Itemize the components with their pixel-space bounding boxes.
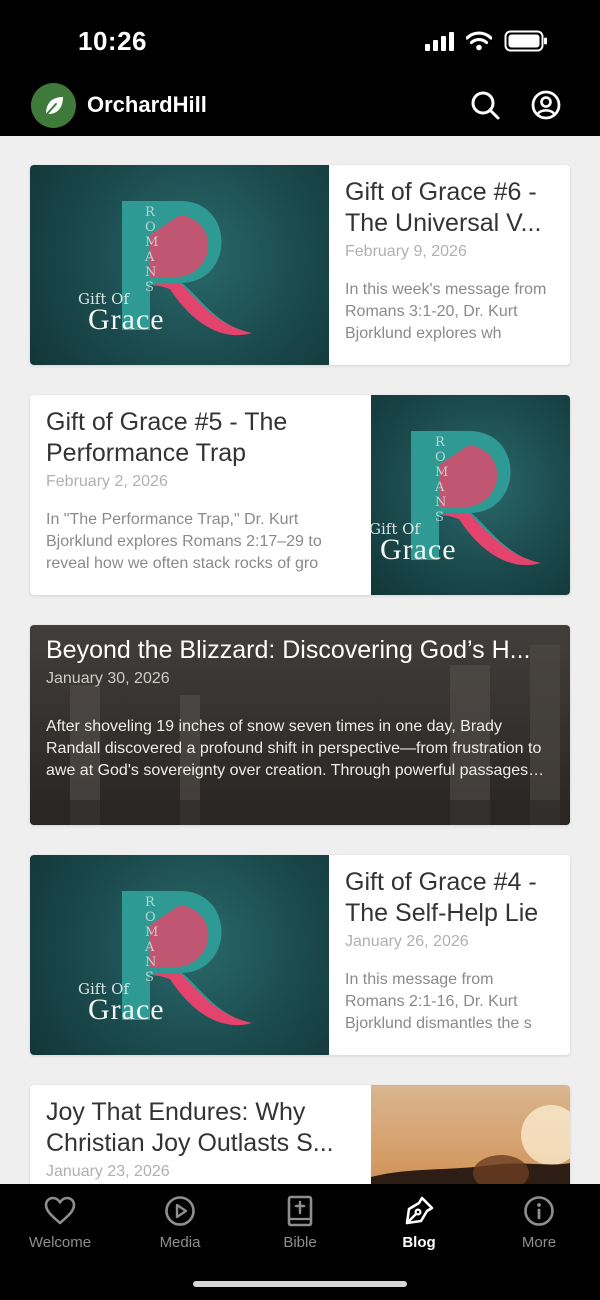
post-excerpt: In "The Performance Trap," Dr. Kurt Bjor… [46, 511, 322, 572]
tab-label: More [521, 1234, 557, 1251]
wifi-icon [466, 31, 492, 51]
tab-label: Bible [283, 1234, 317, 1251]
post-excerpt: In this message from Romans 2:1-16, Dr. … [345, 971, 532, 1032]
tab-media[interactable]: Media [125, 1194, 235, 1251]
post-card[interactable]: Beyond the Blizzard: Discovering God’s H… [30, 625, 570, 825]
status-bar: 10:26 [0, 0, 600, 80]
heart-icon [44, 1196, 76, 1225]
tab-blog[interactable]: Blog [364, 1194, 474, 1251]
series-vertical-text: ROMANS [145, 895, 159, 985]
tab-label: Welcome [28, 1234, 92, 1251]
account-button[interactable] [530, 89, 562, 121]
tab-welcome[interactable]: Welcome [5, 1194, 115, 1251]
post-card[interactable]: Gift of Grace #5 - The Performance Trap … [30, 395, 570, 595]
post-title[interactable]: Gift of Grace #5 - The Performance Trap [46, 407, 355, 469]
info-icon [524, 1196, 554, 1226]
post-date: January 26, 2026 [345, 933, 469, 950]
play-circle-icon [165, 1196, 195, 1226]
post-thumbnail [371, 1085, 570, 1184]
post-date: February 9, 2026 [345, 243, 467, 260]
search-icon [471, 91, 500, 120]
post-card[interactable]: ROMANS Gift Of Grace Gift of Grace #6 - … [30, 165, 570, 365]
series-vertical-text: ROMANS [435, 435, 449, 525]
leaf-icon [44, 96, 63, 116]
status-time: 10:26 [78, 26, 147, 56]
post-excerpt: In this week's message from Romans 3:1-2… [345, 281, 547, 342]
tab-more[interactable]: More [484, 1194, 594, 1251]
post-thumbnail: ROMANS Gift Of Grace [30, 855, 329, 1055]
post-title[interactable]: Beyond the Blizzard: Discovering God’s H… [46, 635, 554, 666]
post-date: February 2, 2026 [46, 473, 168, 490]
tab-label: Media [159, 1234, 201, 1251]
tab-bible[interactable]: Bible [245, 1194, 355, 1251]
post-card[interactable]: ROMANS Gift Of Grace Gift of Grace #4 - … [30, 855, 570, 1055]
cellular-signal-icon [425, 31, 454, 51]
battery-icon [504, 30, 547, 52]
post-date: January 23, 2026 [46, 1163, 170, 1180]
post-title[interactable]: Joy That Endures: Why Christian Joy Outl… [46, 1097, 355, 1159]
post-date: January 30, 2026 [46, 670, 170, 687]
bible-icon [287, 1195, 313, 1227]
app-logo[interactable] [31, 83, 76, 128]
post-card[interactable]: Joy That Endures: Why Christian Joy Outl… [30, 1085, 570, 1184]
post-title[interactable]: Gift of Grace #4 - The Self-Help Lie [345, 867, 554, 929]
post-excerpt: After shoveling 19 inches of snow seven … [46, 718, 542, 779]
post-title[interactable]: Gift of Grace #6 - The Universal V... [345, 177, 554, 239]
app-header: OrchardHill [0, 80, 600, 136]
tab-label: Blog [402, 1234, 436, 1251]
blog-feed[interactable]: ROMANS Gift Of Grace Gift of Grace #6 - … [0, 136, 600, 1184]
series-vertical-text: ROMANS [145, 205, 159, 295]
search-button[interactable] [469, 89, 501, 121]
user-circle-icon [531, 90, 561, 120]
post-thumbnail: ROMANS Gift Of Grace [371, 395, 570, 595]
home-indicator[interactable] [193, 1281, 407, 1287]
app-title: OrchardHill [87, 92, 207, 117]
pen-nib-icon [405, 1196, 434, 1225]
post-thumbnail: ROMANS Gift Of Grace [30, 165, 329, 365]
